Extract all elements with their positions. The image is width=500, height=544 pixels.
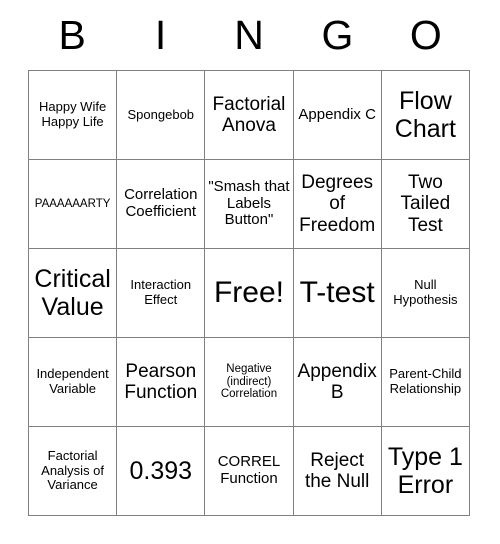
bingo-card: B I N G O Happy Wife Happy Life Spongebob Fact… bbox=[0, 0, 500, 544]
bingo-cell-r2c5[interactable]: Two Tailed Test bbox=[380, 159, 471, 249]
bingo-cell-label: Independent Variable bbox=[36, 366, 109, 396]
bingo-cell-label: Null Hypothesis bbox=[393, 277, 458, 307]
bingo-cell-r1c3[interactable]: Factorial Anova bbox=[204, 70, 294, 160]
bingo-row: Critical Value Interaction Effect Free! T-t… bbox=[27, 248, 471, 338]
bingo-cell-label: "Smash that Labels Button" bbox=[208, 177, 290, 229]
bingo-cell-label: Appendix B bbox=[297, 360, 377, 403]
bingo-header-letter-o: O bbox=[409, 11, 442, 58]
bingo-cell-r2c4[interactable]: Degrees of Freedom bbox=[292, 159, 382, 249]
bingo-cell-label: Interaction Effect bbox=[130, 277, 192, 307]
bingo-cell-label: Spongebob bbox=[127, 106, 195, 122]
bingo-cell-r4c2[interactable]: Pearson Function bbox=[116, 337, 206, 427]
bingo-cell-r5c3[interactable]: CORREL Function bbox=[204, 426, 294, 516]
bingo-cell-r1c4[interactable]: Appendix C bbox=[292, 70, 382, 160]
bingo-cell-r3c3[interactable]: Free! bbox=[204, 248, 294, 338]
bingo-cell-r1c2[interactable]: Spongebob bbox=[116, 70, 206, 160]
bingo-cell-r5c4[interactable]: Reject the Null bbox=[292, 426, 382, 516]
bingo-cell-r4c1[interactable]: Independent Variable bbox=[27, 337, 118, 427]
bingo-cell-label: Degrees of Freedom bbox=[299, 172, 376, 236]
bingo-cell-label: Type 1 Error bbox=[387, 443, 463, 499]
bingo-cell-r5c5[interactable]: Type 1 Error bbox=[380, 426, 471, 516]
bingo-cell-label: CORREL Function bbox=[217, 453, 281, 487]
bingo-cell-label: 0.393 bbox=[129, 457, 193, 485]
bingo-cell-label: Flow Chart bbox=[394, 87, 456, 143]
bingo-cell-r1c5[interactable]: Flow Chart bbox=[380, 70, 471, 160]
bingo-cell-label: Correlation Coefficient bbox=[124, 186, 198, 220]
bingo-cell-r3c2[interactable]: Interaction Effect bbox=[116, 248, 206, 338]
bingo-grid-body: Happy Wife Happy Life Spongebob Factorial … bbox=[27, 70, 471, 516]
bingo-row: Happy Wife Happy Life Spongebob Factorial … bbox=[27, 70, 471, 160]
bingo-cell-label: Critical Value bbox=[34, 265, 111, 321]
bingo-cell-r1c1[interactable]: Happy Wife Happy Life bbox=[27, 70, 118, 160]
bingo-cell-label: Reject the Null bbox=[304, 449, 370, 492]
bingo-header-letter-n: N bbox=[234, 11, 264, 58]
bingo-cell-r2c1[interactable]: PAAAAAARTY bbox=[27, 159, 118, 249]
bingo-cell-r3c5[interactable]: Null Hypothesis bbox=[380, 248, 471, 338]
bingo-cell-label: Two Tailed Test bbox=[400, 172, 451, 236]
bingo-cell-r3c4[interactable]: T-test bbox=[292, 248, 382, 338]
bingo-cell-r2c2[interactable]: Correlation Coefficient bbox=[116, 159, 206, 249]
bingo-grid: Happy Wife Happy Life Spongebob Factorial … bbox=[27, 70, 471, 516]
bingo-cell-r4c3[interactable]: Negative (indirect) Correlation bbox=[204, 337, 294, 427]
bingo-cell-label: Negative (indirect) Correlation bbox=[220, 362, 278, 401]
bingo-header-letter-b: B bbox=[58, 11, 86, 58]
bingo-cell-label: Happy Wife Happy Life bbox=[38, 99, 107, 129]
bingo-header-letter-g: G bbox=[321, 11, 354, 58]
bingo-row: Independent Variable Pearson Function Nega… bbox=[27, 337, 471, 427]
bingo-cell-r2c3[interactable]: "Smash that Labels Button" bbox=[204, 159, 294, 249]
bingo-cell-label: T-test bbox=[299, 276, 375, 310]
bingo-row: Factorial Analysis of Variance 0.393 CORRE… bbox=[27, 426, 471, 516]
bingo-cell-label: Parent-Child Relationship bbox=[389, 366, 462, 396]
bingo-cell-r4c5[interactable]: Parent-Child Relationship bbox=[380, 337, 471, 427]
bingo-cell-label: Factorial Analysis of Variance bbox=[41, 448, 105, 493]
bingo-cell-label: Appendix C bbox=[298, 105, 376, 123]
bingo-cell-r5c2[interactable]: 0.393 bbox=[116, 426, 206, 516]
bingo-cell-label: PAAAAAARTY bbox=[34, 197, 111, 210]
bingo-cell-label: Free! bbox=[213, 276, 284, 310]
bingo-row: PAAAAAARTY Correlation Coefficient "Smash … bbox=[27, 159, 471, 249]
bingo-header-letter-i: I bbox=[154, 11, 167, 58]
bingo-cell-label: Pearson Function bbox=[124, 360, 198, 403]
bingo-cell-r4c4[interactable]: Appendix B bbox=[292, 337, 382, 427]
bingo-cell-r3c1[interactable]: Critical Value bbox=[27, 248, 118, 338]
bingo-header: BINGO bbox=[28, 0, 470, 70]
bingo-cell-label: Factorial Anova bbox=[212, 93, 286, 136]
bingo-cell-r5c1[interactable]: Factorial Analysis of Variance bbox=[27, 426, 118, 516]
